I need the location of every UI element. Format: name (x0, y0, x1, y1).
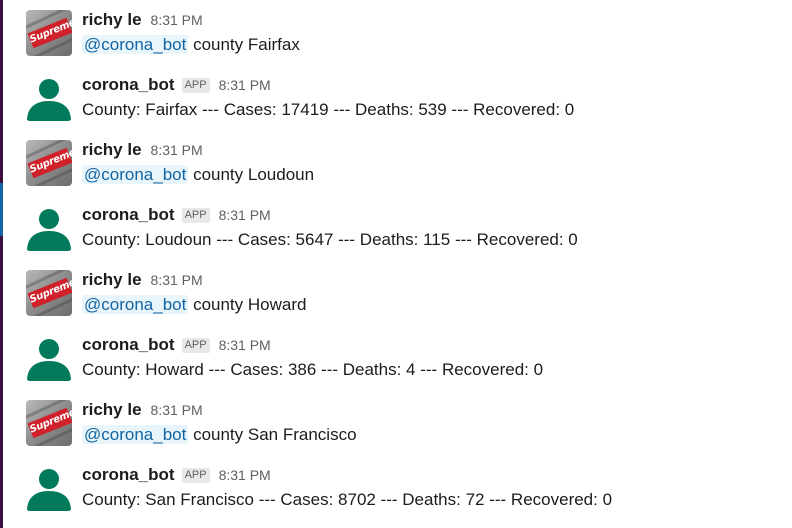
default-user-icon (27, 79, 71, 121)
message-timestamp[interactable]: 8:31 PM (219, 467, 271, 483)
message-item: Supreme richy le 8:31 PM @corona_bot cou… (26, 400, 786, 460)
message-text: @corona_bot county Fairfax (82, 35, 300, 55)
message-timestamp[interactable]: 8:31 PM (219, 207, 271, 223)
user-avatar[interactable]: Supreme (26, 400, 72, 446)
message-item: corona_bot APP 8:31 PM County: Fairfax -… (26, 75, 786, 135)
app-badge: APP (181, 338, 210, 353)
message-header: corona_bot APP 8:31 PM (82, 75, 271, 95)
user-avatar[interactable]: Supreme (26, 140, 72, 186)
sender-name[interactable]: richy le (82, 140, 142, 160)
message-timestamp[interactable]: 8:31 PM (219, 337, 271, 353)
app-badge: APP (181, 78, 210, 93)
message-text: County: Howard --- Cases: 386 --- Deaths… (82, 360, 544, 379)
mention-link[interactable]: @corona_bot (82, 295, 189, 314)
message-text: @corona_bot county San Francisco (82, 425, 357, 445)
default-user-icon (27, 209, 71, 251)
bot-avatar[interactable] (26, 205, 72, 251)
message-timestamp[interactable]: 8:31 PM (151, 272, 203, 288)
message-item: corona_bot APP 8:31 PM County: Howard --… (26, 335, 786, 395)
message-text: County: San Francisco --- Cases: 8702 --… (82, 490, 613, 509)
message-item: Supreme richy le 8:31 PM @corona_bot cou… (26, 140, 786, 200)
sender-name[interactable]: corona_bot (82, 335, 175, 355)
default-user-icon (27, 469, 71, 511)
user-avatar[interactable]: Supreme (26, 10, 72, 56)
mention-link[interactable]: @corona_bot (82, 165, 189, 184)
message-item: corona_bot APP 8:31 PM County: San Franc… (26, 465, 786, 525)
sidebar-edge-accent (0, 183, 3, 236)
message-header: corona_bot APP 8:31 PM (82, 335, 271, 355)
message-item: corona_bot APP 8:31 PM County: Loudoun -… (26, 205, 786, 265)
sender-name[interactable]: corona_bot (82, 75, 175, 95)
sender-name[interactable]: corona_bot (82, 205, 175, 225)
message-content: county Fairfax (193, 35, 300, 54)
sender-name[interactable]: richy le (82, 400, 142, 420)
message-timestamp[interactable]: 8:31 PM (219, 77, 271, 93)
message-item: Supreme richy le 8:31 PM @corona_bot cou… (26, 10, 786, 70)
message-header: corona_bot APP 8:31 PM (82, 205, 271, 225)
message-content: county Howard (193, 295, 307, 314)
message-timestamp[interactable]: 8:31 PM (151, 402, 203, 418)
message-timestamp[interactable]: 8:31 PM (151, 142, 203, 158)
mention-link[interactable]: @corona_bot (82, 35, 189, 54)
message-timestamp[interactable]: 8:31 PM (151, 12, 203, 28)
bot-avatar[interactable] (26, 465, 72, 511)
message-header: richy le 8:31 PM (82, 400, 203, 420)
message-text: @corona_bot county Loudoun (82, 165, 314, 185)
message-text: County: Loudoun --- Cases: 5647 --- Deat… (82, 230, 578, 249)
sender-name[interactable]: richy le (82, 270, 142, 290)
mention-link[interactable]: @corona_bot (82, 425, 189, 444)
message-content: county San Francisco (193, 425, 357, 444)
bot-avatar[interactable] (26, 335, 72, 381)
message-content: county Loudoun (193, 165, 315, 184)
app-badge: APP (181, 208, 210, 223)
sender-name[interactable]: richy le (82, 10, 142, 30)
app-badge: APP (181, 468, 210, 483)
message-header: corona_bot APP 8:31 PM (82, 465, 271, 485)
sidebar-edge (0, 0, 3, 528)
user-avatar[interactable]: Supreme (26, 270, 72, 316)
sender-name[interactable]: corona_bot (82, 465, 175, 485)
default-user-icon (27, 339, 71, 381)
message-header: richy le 8:31 PM (82, 140, 203, 160)
message-item: Supreme richy le 8:31 PM @corona_bot cou… (26, 270, 786, 330)
message-text: County: Fairfax --- Cases: 17419 --- Dea… (82, 100, 575, 119)
message-header: richy le 8:31 PM (82, 270, 203, 290)
bot-avatar[interactable] (26, 75, 72, 121)
message-header: richy le 8:31 PM (82, 10, 203, 30)
message-text: @corona_bot county Howard (82, 295, 306, 315)
